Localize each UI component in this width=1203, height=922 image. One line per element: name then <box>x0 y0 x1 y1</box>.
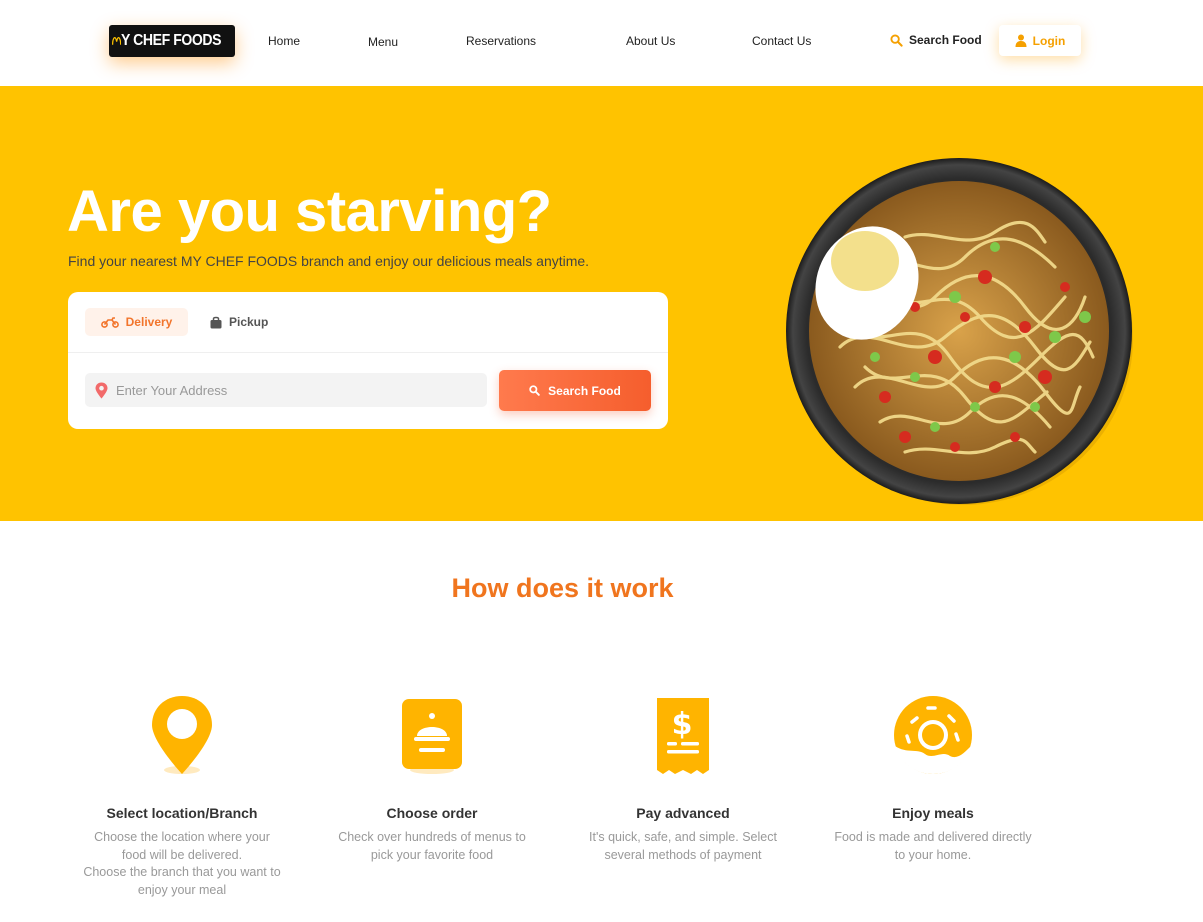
tab-pickup-label: Pickup <box>229 315 269 329</box>
step-title: Select location/Branch <box>106 805 258 821</box>
hero-section: Are you starving? Find your nearest MY C… <box>0 86 1203 521</box>
tab-delivery-label: Delivery <box>125 315 173 329</box>
login-button[interactable]: Login <box>999 25 1081 56</box>
tab-delivery[interactable]: Delivery <box>85 308 188 336</box>
search-food-label: Search Food <box>548 383 621 398</box>
search-food-button[interactable]: Search Food <box>499 370 651 411</box>
user-icon <box>1015 34 1027 47</box>
hero-subtitle: Find your nearest MY CHEF FOODS branch a… <box>68 253 590 269</box>
nav-contact-us[interactable]: Contact Us <box>752 34 811 48</box>
nav-search-food[interactable]: Search Food <box>890 33 982 47</box>
brand-name: Y CHEF FOODS <box>121 32 222 49</box>
hero-title: Are you starving? <box>67 179 552 244</box>
brand-logo[interactable]: Y CHEF FOODS <box>109 25 235 57</box>
map-pin-icon <box>95 382 108 398</box>
noodle-bowl-image <box>785 157 1133 505</box>
how-it-works-title: How does it work <box>451 573 674 603</box>
step-title: Enjoy meals <box>892 805 974 821</box>
location-pin-icon <box>137 690 227 780</box>
step-pay-advanced: $ Pay advanced It's quick, safe, and sim… <box>553 690 813 864</box>
card-divider <box>68 352 668 353</box>
nav-menu[interactable]: Menu <box>368 35 398 49</box>
step-choose-order: Choose order Check over hundreds of menu… <box>302 690 562 864</box>
motorbike-icon <box>100 316 119 328</box>
search-icon <box>890 33 903 47</box>
svg-text:$: $ <box>672 707 693 742</box>
step-select-location: Select location/Branch Choose the locati… <box>52 690 312 899</box>
step-description: Food is made and delivered directly to y… <box>834 830 1032 862</box>
step-description: Check over hundreds of menus to pick you… <box>338 830 526 862</box>
shopping-bag-icon <box>210 316 222 328</box>
order-search-card: Delivery Pickup Search Food <box>68 292 668 429</box>
step-description: It's quick, safe, and simple. Select sev… <box>589 830 777 862</box>
food-cloche-icon <box>387 690 477 780</box>
step-title: Choose order <box>386 805 478 821</box>
step-description: Choose the location where your food will… <box>83 830 281 897</box>
step-enjoy-meals: Enjoy meals Food is made and delivered d… <box>803 690 1063 864</box>
tab-pickup[interactable]: Pickup <box>210 308 268 336</box>
nav-about-us[interactable]: About Us <box>626 34 675 48</box>
top-navbar: Y CHEF FOODS Home Menu Reservations Abou… <box>0 0 1203 86</box>
nav-search-label: Search Food <box>909 33 982 47</box>
nav-home[interactable]: Home <box>268 34 300 48</box>
donut-icon <box>888 690 978 780</box>
nav-reservations[interactable]: Reservations <box>466 34 536 48</box>
address-input[interactable] <box>116 382 476 398</box>
receipt-dollar-icon: $ <box>638 690 728 780</box>
address-field[interactable] <box>85 373 487 407</box>
arches-logo-icon <box>112 36 122 45</box>
search-icon <box>529 385 540 396</box>
step-title: Pay advanced <box>636 805 730 821</box>
login-label: Login <box>1032 33 1066 48</box>
